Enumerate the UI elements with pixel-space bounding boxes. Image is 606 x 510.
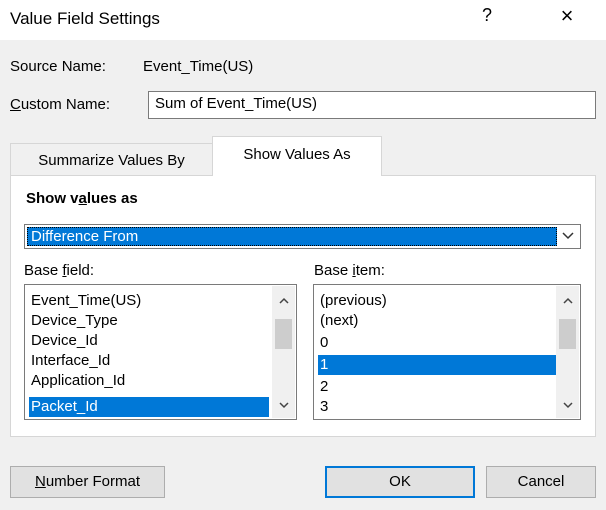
list-item[interactable]: 0	[318, 333, 556, 353]
show-values-as-heading: Show values as	[26, 190, 138, 207]
list-item[interactable]: (previous)	[318, 291, 556, 311]
number-format-label-rest: umber Format	[45, 473, 141, 490]
list-item[interactable]: 2	[318, 377, 556, 397]
help-icon[interactable]: ?	[477, 5, 497, 26]
list-item[interactable]: (next)	[318, 311, 556, 331]
list-item-selected[interactable]: 1	[318, 355, 556, 375]
value-field-settings-dialog: Value Field Settings ? × Source Name: Ev…	[0, 0, 606, 510]
custom-name-label: Custom Name:	[10, 96, 110, 113]
dialog-title: Value Field Settings	[10, 9, 160, 28]
base-item-label-post: tem:	[355, 262, 385, 279]
show-values-heading-pre: Show v	[26, 190, 79, 207]
title-bar: Value Field Settings ? ×	[0, 0, 606, 40]
show-values-as-selected[interactable]: Difference From	[27, 227, 557, 246]
custom-name-label-rest: ustom Name:	[20, 96, 111, 113]
list-item[interactable]: 3	[318, 397, 556, 417]
tab-show-values-as[interactable]: Show Values As	[212, 136, 382, 176]
close-icon[interactable]: ×	[552, 3, 582, 29]
ok-button[interactable]: OK	[325, 466, 475, 498]
custom-name-input[interactable]: Sum of Event_Time(US)	[148, 91, 596, 119]
base-field-label: Base field:	[24, 262, 94, 279]
list-item[interactable]: Interface_Id	[29, 351, 269, 371]
source-name-value: Event_Time(US)	[143, 58, 254, 75]
list-item[interactable]: Event_Time(US)	[29, 291, 269, 311]
base-item-list[interactable]: (previous) (next) 0 1 2 3	[313, 284, 581, 420]
base-field-label-pre: Base	[24, 262, 63, 279]
base-item-label-pre: Base	[314, 262, 353, 279]
source-name-label: Source Name:	[10, 58, 106, 75]
scroll-up-icon[interactable]	[272, 294, 295, 308]
list-item-selected[interactable]: Packet_Id	[29, 397, 269, 417]
list-item[interactable]: Device_Type	[29, 311, 269, 331]
show-values-as-dropdown[interactable]: Difference From	[24, 224, 581, 249]
number-format-accesskey: N	[34, 473, 46, 490]
scroll-thumb[interactable]	[275, 319, 292, 349]
number-format-button[interactable]: Number Format	[10, 466, 165, 498]
custom-name-accesskey: C	[10, 96, 21, 113]
list-item[interactable]: Device_Id	[29, 331, 269, 351]
show-values-accesskey: a	[78, 190, 87, 207]
tab-summarize-values-by[interactable]: Summarize Values By	[10, 143, 213, 175]
scroll-thumb[interactable]	[559, 319, 576, 349]
list-item[interactable]: Application_Id	[29, 371, 269, 391]
scroll-down-icon[interactable]	[556, 398, 579, 412]
cancel-button[interactable]: Cancel	[486, 466, 596, 498]
base-field-scrollbar[interactable]	[272, 286, 295, 418]
chevron-down-icon[interactable]	[557, 226, 579, 247]
base-field-list[interactable]: Event_Time(US) Device_Type Device_Id Int…	[24, 284, 297, 420]
show-values-heading-post: lues as	[86, 190, 138, 207]
scroll-up-icon[interactable]	[556, 294, 579, 308]
base-item-scrollbar[interactable]	[556, 286, 579, 418]
scroll-down-icon[interactable]	[272, 398, 295, 412]
base-item-label: Base item:	[314, 262, 385, 279]
base-field-label-post: ield:	[66, 262, 95, 279]
